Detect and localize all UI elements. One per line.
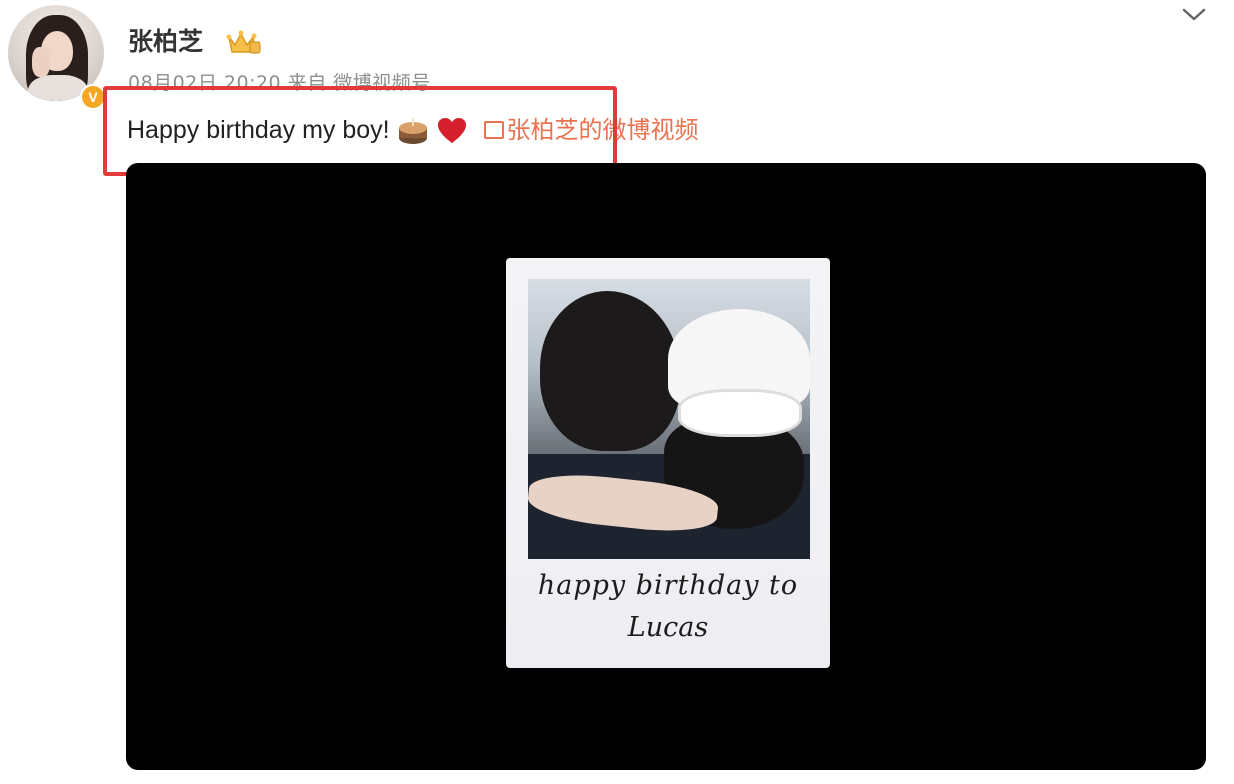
photo-glasses xyxy=(678,389,802,437)
avatar-hand xyxy=(32,47,50,77)
polaroid-caption-line2: Lucas xyxy=(627,612,709,643)
username[interactable]: 张柏芝 xyxy=(128,22,203,58)
crown-icon xyxy=(226,30,261,54)
polaroid-caption-line1: happy birthday to xyxy=(537,570,799,601)
avatar-top xyxy=(28,75,88,101)
photo xyxy=(528,279,810,559)
chevron-down-icon[interactable] xyxy=(1178,2,1210,26)
video-player[interactable]: happy birthday to Lucas xyxy=(126,163,1206,770)
photo-head xyxy=(540,291,680,451)
polaroid-frame: happy birthday to Lucas xyxy=(506,258,830,668)
